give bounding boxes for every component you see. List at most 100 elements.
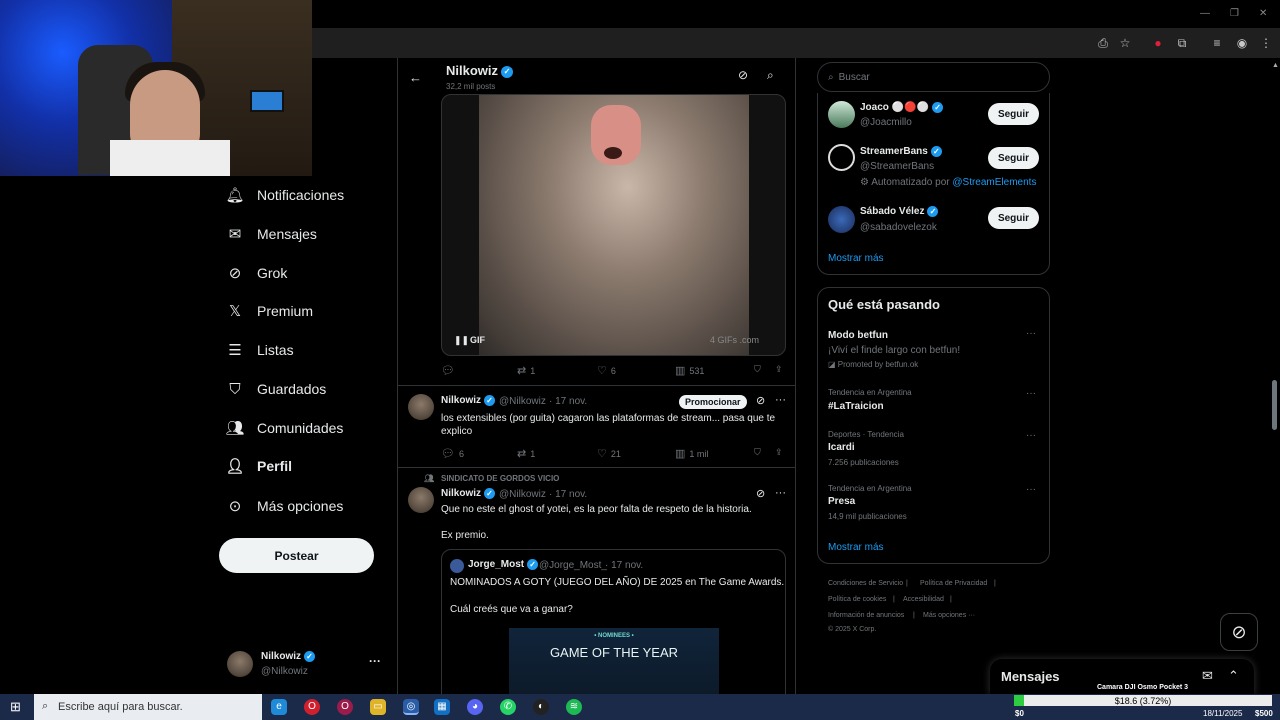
menu-dots-icon[interactable]: ⋮ <box>1259 36 1273 50</box>
trend-name[interactable]: #LaTraicion <box>828 401 884 412</box>
bookmark-icon[interactable]: ⛉ <box>754 447 761 458</box>
file-explorer-icon[interactable]: ▭ <box>370 699 386 715</box>
suggestion-name[interactable]: StreamerBans ✓ <box>860 146 942 157</box>
views-button[interactable]: ▥ 1 mil <box>675 447 708 460</box>
sidebar-item-lists[interactable]: ☰ Listas <box>227 335 293 365</box>
bookmark-icon[interactable]: ⛉ <box>754 364 761 375</box>
follow-button[interactable]: Seguir <box>988 207 1039 229</box>
opera-icon[interactable]: O <box>304 699 320 715</box>
more-icon[interactable]: ··· <box>775 394 786 406</box>
share-icon[interactable]: ⇪ <box>775 447 783 458</box>
tweet-date[interactable]: · 17 nov. <box>549 396 587 407</box>
share-icon[interactable]: ⇪ <box>775 364 783 375</box>
suggestion-handle[interactable]: @Joacmillo <box>860 117 912 128</box>
suggestion-name[interactable]: Joaco ⚪🔴⚪ ✓ <box>860 102 944 113</box>
tweet-handle[interactable]: @Nilkowiz <box>499 489 546 500</box>
retweet-button[interactable]: ⇄ 1 <box>517 364 535 377</box>
discord-icon[interactable]: ◕ <box>467 699 483 715</box>
tweet-date[interactable]: · 17 nov. <box>549 489 587 500</box>
grok-floating-button[interactable]: ⊘ <box>1220 613 1258 651</box>
avatar[interactable] <box>828 101 855 128</box>
whatsapp-icon[interactable]: ✆ <box>500 699 516 715</box>
tweet-author[interactable]: Nilkowiz ✓ <box>441 488 496 499</box>
avatar[interactable] <box>408 394 434 420</box>
avatar[interactable] <box>828 206 855 233</box>
footer-link[interactable]: Accesibilidad <box>903 596 944 603</box>
sidebar-item-communities[interactable]: 👥︎ Comunidades <box>225 413 343 443</box>
trend-more-icon[interactable]: ··· <box>1026 484 1036 495</box>
sidebar-item-bookmarks[interactable]: ⛉ Guardados <box>227 374 326 404</box>
footer-link[interactable]: Más opciones ··· <box>923 612 975 619</box>
sidebar-item-notifications[interactable]: 🔔︎ Notificaciones <box>225 180 344 210</box>
follow-button[interactable]: Seguir <box>988 147 1039 169</box>
sidebar-item-profile[interactable]: 👤︎ Perfil <box>225 451 292 481</box>
show-more-link[interactable]: Mostrar más <box>828 542 884 553</box>
promote-button[interactable]: Promocionar <box>679 395 747 409</box>
restore-icon[interactable]: ❐ <box>1230 8 1239 19</box>
star-icon[interactable]: ☆ <box>1118 36 1132 50</box>
extensions-icon[interactable]: ⧉ <box>1175 36 1189 50</box>
new-message-icon[interactable]: ✉ <box>1202 668 1213 684</box>
footer-link[interactable]: Condiciones de Servicio <box>828 580 903 587</box>
spotify-icon[interactable]: ≋ <box>566 699 582 715</box>
pause-icon[interactable]: ❚❚ <box>454 335 469 346</box>
opera-gx-icon[interactable]: O <box>337 699 353 715</box>
chevron-up-icon[interactable]: ⌃ <box>1228 668 1239 684</box>
footer-link[interactable]: Política de Privacidad <box>920 580 987 587</box>
store-icon[interactable]: ▦ <box>434 699 450 715</box>
trend-name[interactable]: Icardi <box>828 442 855 453</box>
retweet-button[interactable]: ⇄ 1 <box>517 447 535 460</box>
chrome-icon[interactable]: ◎ <box>403 699 419 715</box>
scrollbar-thumb[interactable] <box>1272 380 1277 430</box>
views-button[interactable]: ▥ 531 <box>675 364 704 377</box>
suggestion-name[interactable]: Sábado Vélez ✓ <box>860 206 939 217</box>
edge-icon[interactable]: e <box>271 699 287 715</box>
automated-by-link[interactable]: @StreamElements <box>952 177 1036 188</box>
account-more-icon[interactable]: ··· <box>369 654 381 668</box>
windows-start-icon[interactable]: ⊞ <box>10 699 21 715</box>
extension-opera-icon[interactable]: ● <box>1151 36 1165 50</box>
trend-more-icon[interactable]: ··· <box>1026 328 1036 339</box>
timeline-column[interactable]: ← Nilkowiz ✓ 32,2 mil posts ⊘ ⌕ ❚❚ GIF 4 … <box>397 58 796 694</box>
grok-icon[interactable]: ⊘ <box>756 394 765 407</box>
like-button[interactable]: ♡ 6 <box>597 364 616 377</box>
address-bar[interactable] <box>312 28 1280 58</box>
grok-icon[interactable]: ⊘ <box>756 487 765 500</box>
scroll-up-icon[interactable]: ▲ <box>1272 62 1279 69</box>
minimize-icon[interactable]: — <box>1200 8 1210 19</box>
tweet-author[interactable]: Nilkowiz ✓ <box>441 395 496 406</box>
community-label[interactable]: SINDICATO DE GORDOS VICIO <box>441 474 559 483</box>
profile-icon[interactable]: ◉ <box>1235 36 1249 50</box>
reply-button[interactable]: 💬︎ 6 <box>441 447 464 460</box>
more-icon[interactable]: ··· <box>775 487 786 499</box>
like-button[interactable]: ♡ 21 <box>597 447 621 460</box>
search-icon[interactable]: ⌕ <box>767 68 774 83</box>
post-button[interactable]: Postear <box>219 538 374 573</box>
reply-button[interactable]: 💬︎ <box>441 364 459 377</box>
sidebar-item-messages[interactable]: ✉ Mensajes <box>227 219 317 249</box>
install-icon[interactable]: ⎙ <box>1096 36 1110 50</box>
close-icon[interactable]: ✕ <box>1259 8 1267 19</box>
suggestion-handle[interactable]: @sabadovelezok <box>860 222 937 233</box>
gif-media[interactable]: ❚❚ GIF 4 GIFs .com <box>441 94 786 356</box>
avatar[interactable] <box>408 487 434 513</box>
show-more-link[interactable]: Mostrar más <box>828 253 884 264</box>
search-input[interactable]: ⌕ Buscar <box>817 62 1050 92</box>
grok-icon[interactable]: ⊘ <box>738 68 748 82</box>
back-arrow-icon[interactable]: ← <box>409 70 422 85</box>
tweet-handle[interactable]: @Nilkowiz <box>499 396 546 407</box>
quoted-tweet[interactable]: Jorge_Most ✓ @Jorge_Most_ · 17 nov. NOMIN… <box>441 549 786 694</box>
trend-more-icon[interactable]: ··· <box>1026 430 1036 441</box>
footer-link[interactable]: Información de anuncios <box>828 612 904 619</box>
taskbar-search-input[interactable]: ⌕ Escribe aquí para buscar. <box>34 694 262 720</box>
trend-more-icon[interactable]: ··· <box>1026 388 1036 399</box>
media-control-icon[interactable]: ≡ <box>1210 36 1224 50</box>
obs-icon[interactable]: ◐ <box>533 699 549 715</box>
sidebar-item-more-options[interactable]: ⊙ Más opciones <box>227 491 344 521</box>
trend-name[interactable]: Modo betfun <box>828 330 888 341</box>
sidebar-item-premium[interactable]: 𝕏 Premium <box>227 296 313 326</box>
trend-name[interactable]: Presa <box>828 496 855 507</box>
account-switcher[interactable]: Nilkowiz ✓ @Nilkowiz ··· <box>227 648 387 682</box>
avatar[interactable] <box>828 144 855 171</box>
suggestion-handle[interactable]: @StreamerBans <box>860 161 934 172</box>
